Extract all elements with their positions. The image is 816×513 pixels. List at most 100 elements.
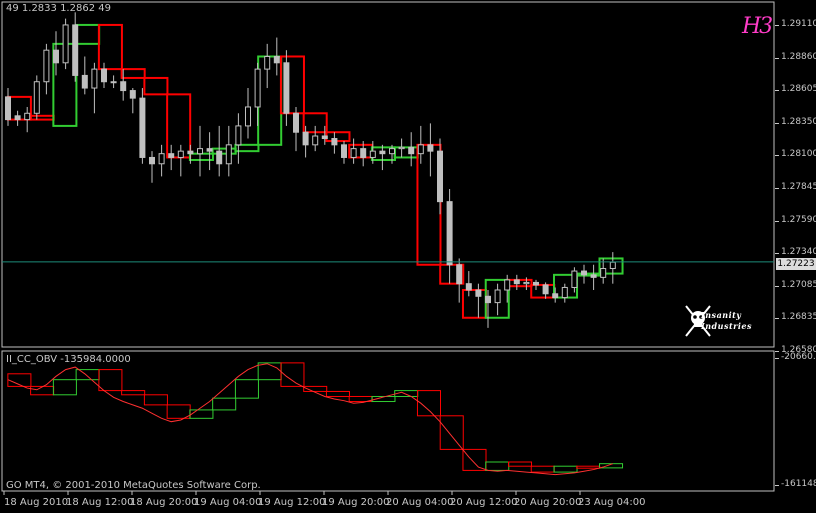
price-box xyxy=(120,68,146,79)
candle-body xyxy=(389,148,395,155)
candle-body xyxy=(331,138,338,146)
time-tick-label: 19 Aug 04:00 xyxy=(194,497,262,508)
candle-body xyxy=(571,270,578,288)
candle-body xyxy=(264,55,271,70)
brand-logo-line1: Insanity xyxy=(701,310,742,320)
price-tick-label: 1.28605 xyxy=(774,84,816,94)
candle-body xyxy=(369,150,376,158)
candle-body xyxy=(600,268,607,278)
candle-body xyxy=(101,68,107,83)
brand-logo-line2: Industries xyxy=(701,321,753,331)
obv-box xyxy=(189,409,214,419)
symbol-logo: H3 xyxy=(742,14,773,39)
obv-box xyxy=(485,461,510,471)
chart-canvas[interactable] xyxy=(0,0,816,513)
candle-body xyxy=(379,150,386,155)
candle-body xyxy=(197,148,203,155)
time-tick-label: 20 Aug 12:00 xyxy=(450,497,518,508)
candle-body xyxy=(91,68,98,89)
obv-box xyxy=(257,362,282,381)
candle-body xyxy=(561,286,568,299)
obv-boxes xyxy=(7,362,624,473)
price-box xyxy=(75,23,101,45)
obv-box xyxy=(462,448,487,471)
candle-body xyxy=(341,144,347,158)
price-box xyxy=(97,23,123,71)
candle-body xyxy=(552,293,559,299)
candle-body xyxy=(235,125,242,146)
candle-body xyxy=(533,281,539,286)
obv-box xyxy=(212,397,237,411)
price-boxes xyxy=(6,23,624,319)
candle-body xyxy=(43,49,50,83)
candle-body xyxy=(456,264,463,285)
obv-box xyxy=(234,379,259,399)
candle-body xyxy=(129,90,136,99)
candle-body xyxy=(206,148,213,152)
candle-body xyxy=(321,135,328,140)
candle-body xyxy=(360,148,367,158)
time-tick-label: 20 Aug 04:00 xyxy=(386,497,454,508)
candle-body xyxy=(475,289,482,297)
candle-body xyxy=(254,68,261,108)
candle-body xyxy=(53,49,59,64)
price-tick-label: 1.27845 xyxy=(774,182,816,192)
candle-body xyxy=(427,144,434,152)
candle-body xyxy=(245,106,251,127)
candle-body xyxy=(504,279,511,291)
time-tick-label: 20 Aug 20:00 xyxy=(514,497,582,508)
candle-body xyxy=(417,144,424,155)
obv-box xyxy=(166,404,191,419)
price-box xyxy=(325,131,351,143)
candle-body xyxy=(485,295,491,304)
time-tick-label: 19 Aug 12:00 xyxy=(258,497,326,508)
obv-box xyxy=(98,369,123,392)
price-box xyxy=(461,288,488,319)
candle-body xyxy=(158,153,165,165)
candle-body xyxy=(513,279,520,285)
indicator-top-value: -20660.15 xyxy=(774,352,816,362)
current-price-label: 1.27223 xyxy=(776,258,816,270)
candle-body xyxy=(581,270,587,276)
obv-box xyxy=(75,369,100,381)
time-tick-label: 18 Aug 2010 xyxy=(4,497,69,508)
candle-body xyxy=(312,135,319,146)
time-tick-label: 23 Aug 04:00 xyxy=(578,497,646,508)
candle-body xyxy=(408,146,415,155)
candle-body xyxy=(293,112,299,133)
price-tick-label: 1.28860 xyxy=(774,52,816,62)
obv-box xyxy=(30,385,55,396)
copyright-text: GO MT4, © 2001-2010 MetaQuotes Software … xyxy=(6,480,261,491)
main-panel-info: 49 1.2833 1.2862 49 xyxy=(6,3,111,14)
candle-body xyxy=(81,74,88,89)
candle-body xyxy=(139,97,146,158)
candle-body xyxy=(283,62,290,114)
obv-box xyxy=(143,394,168,406)
price-tick-label: 1.28350 xyxy=(774,117,816,127)
candle-body xyxy=(446,201,453,266)
price-tick-label: 1.29110 xyxy=(774,19,816,29)
price-tick-label: 1.27340 xyxy=(774,247,816,257)
price-tick-label: 1.28100 xyxy=(774,149,816,159)
candle-body xyxy=(72,24,79,76)
price-box xyxy=(29,114,55,121)
time-tick-label: 18 Aug 20:00 xyxy=(130,497,198,508)
brand-logo: Insanity Industries xyxy=(684,302,764,342)
candle-body xyxy=(14,115,21,121)
candle-body xyxy=(609,261,616,270)
price-box xyxy=(257,55,283,146)
candle-body xyxy=(187,150,194,155)
time-tick-label: 18 Aug 12:00 xyxy=(66,497,134,508)
candle-body xyxy=(437,150,443,203)
price-box xyxy=(211,147,237,155)
main-panel-border xyxy=(1,1,775,348)
candle-body xyxy=(62,24,69,64)
indicator-panel-border xyxy=(1,350,775,492)
price-tick-label: 1.26835 xyxy=(774,312,816,322)
obv-box xyxy=(325,390,350,397)
candle-body xyxy=(523,281,530,285)
price-box xyxy=(166,93,192,159)
obv-box xyxy=(52,379,77,396)
price-tick-label: 1.27085 xyxy=(774,280,816,290)
candle-body xyxy=(302,131,309,146)
